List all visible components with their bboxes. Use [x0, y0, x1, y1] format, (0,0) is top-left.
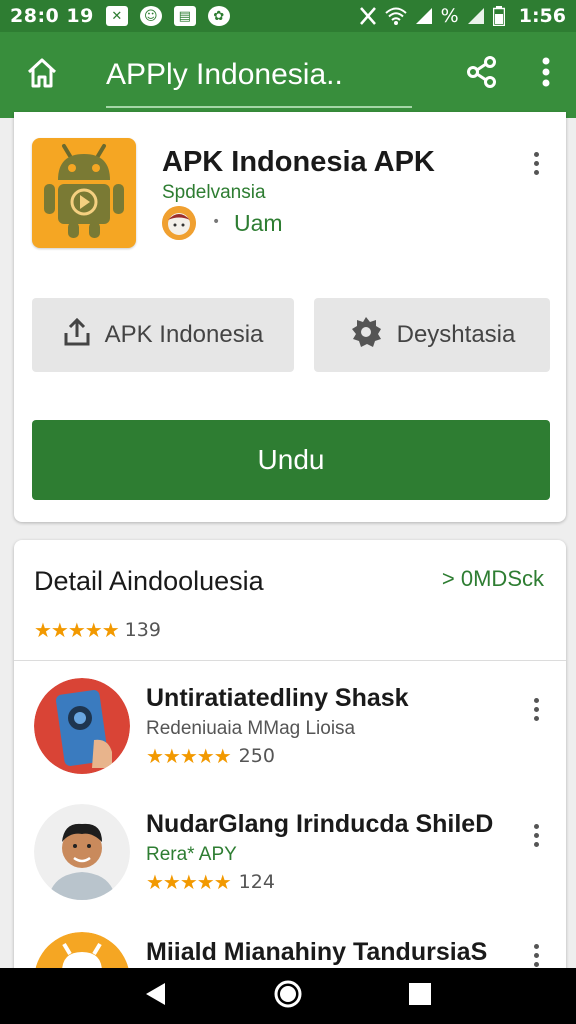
status-bar: 28:0 19 ✕ ☺ ▤ ✿ % 1:56: [0, 0, 576, 32]
detail-card: Detail Aindooluesia > 0MDSck ★★★★★ 139 U…: [14, 540, 566, 980]
list-item-more-button[interactable]: [526, 820, 546, 850]
app-bar: APPly Indonesia..: [0, 32, 576, 118]
developer-avatar: [162, 206, 196, 240]
circle-home-icon: [273, 979, 303, 1013]
android-robot-icon: [44, 144, 124, 238]
install-button[interactable]: Undu: [32, 420, 550, 500]
nfc-icon: [359, 6, 377, 26]
rating-count: 250: [238, 745, 275, 767]
more-vert-icon: [542, 57, 550, 91]
list-item-avatar: [34, 804, 130, 900]
upload-icon: [63, 317, 91, 354]
app-card-more-button[interactable]: [526, 148, 546, 178]
list-item-title: Miiald Mianahiny TandursiaS: [146, 938, 488, 966]
navigation-bar: [0, 968, 576, 1024]
status-right-group: % 1:56: [359, 5, 566, 27]
calendar-notification-icon: ▤: [173, 6, 196, 26]
home-button[interactable]: [0, 32, 84, 118]
mail-notification-icon: ✕: [105, 6, 128, 26]
list-item-rating: ★★★★★ 250: [146, 744, 275, 768]
chat-notification-icon: ☺: [139, 6, 162, 26]
home-icon: [25, 56, 59, 94]
share-icon: [466, 56, 498, 92]
square-recents-icon: [408, 982, 432, 1010]
recents-button[interactable]: [390, 968, 450, 1024]
list-item-avatar: [34, 678, 130, 774]
battery-icon: [492, 6, 505, 26]
rating-stars: ★★★★★: [146, 870, 232, 894]
settings-notification-icon: ✿: [207, 6, 230, 26]
status-time-right: 1:56: [518, 5, 566, 27]
list-item-title: Untiratiatedliny Shask: [146, 684, 409, 712]
rating-count: 124: [238, 871, 275, 893]
app-name: APK Indonesia APK: [162, 146, 435, 178]
list-item-subtitle: Redeniuaia MMag Lioisa: [146, 718, 356, 739]
back-icon: [143, 981, 169, 1011]
app-meta: Uam: [234, 210, 283, 236]
share-apk-label: APK Indonesia: [104, 321, 264, 348]
section-rating: ★★★★★ 139: [34, 618, 161, 642]
app-bar-title: APPly Indonesia..: [106, 58, 343, 91]
developer-button[interactable]: Deyshtasia: [314, 298, 550, 372]
list-item-title: NudarGlang Irinducda ShileD: [146, 810, 494, 838]
app-icon: [32, 138, 136, 248]
app-developer-link[interactable]: Spdelvansia: [162, 182, 266, 204]
title-underline: [106, 106, 412, 108]
signal-icon: [415, 7, 433, 25]
back-button[interactable]: [126, 968, 186, 1024]
share-apk-button[interactable]: APK Indonesia: [32, 298, 294, 372]
battery-percent-text: %: [440, 5, 459, 27]
list-item[interactable]: NudarGlang Irinducda ShileD Rera* APY ★★…: [14, 804, 566, 916]
rating-stars: ★★★★★: [34, 618, 120, 642]
list-item-subtitle: Rera* APY: [146, 844, 237, 865]
nav-home-button[interactable]: [258, 968, 318, 1024]
list-item-more-button[interactable]: [526, 940, 546, 970]
gear-icon: [349, 315, 383, 356]
wifi-icon: [385, 7, 407, 25]
share-button[interactable]: [458, 50, 506, 98]
rating-stars: ★★★★★: [146, 744, 232, 768]
section-title: Detail Aindooluesia: [34, 566, 264, 596]
section-more-link[interactable]: > 0MDSck: [442, 566, 544, 592]
meta-separator: •: [212, 214, 221, 230]
signal-2-icon: [467, 7, 485, 25]
section-divider: [14, 660, 566, 661]
status-time-left: 28:0 19: [10, 5, 94, 27]
list-item-more-button[interactable]: [526, 694, 546, 724]
list-item[interactable]: Untiratiatedliny Shask Redeniuaia MMag L…: [14, 678, 566, 790]
install-button-label: Undu: [257, 444, 325, 475]
rating-count: 139: [124, 619, 161, 641]
app-info-card: APK Indonesia APK Spdelvansia • Uam APK …: [14, 112, 566, 522]
list-item-rating: ★★★★★ 124: [146, 870, 275, 894]
overflow-menu-button[interactable]: [524, 50, 568, 98]
developer-button-label: Deyshtasia: [396, 321, 516, 348]
app-bar-title-field[interactable]: APPly Indonesia..: [84, 32, 412, 118]
